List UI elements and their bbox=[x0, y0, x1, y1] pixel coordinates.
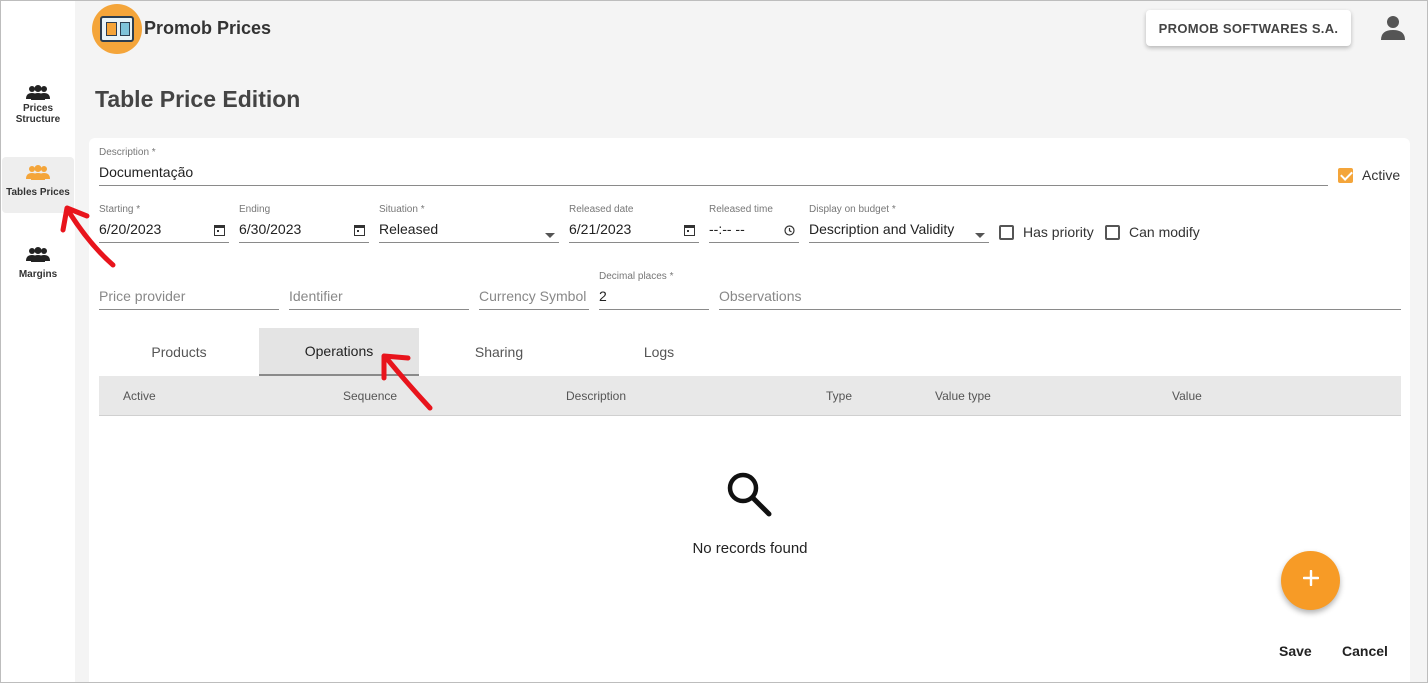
account-icon[interactable] bbox=[1380, 15, 1406, 46]
plus-icon bbox=[1302, 569, 1319, 591]
ending-label: Ending bbox=[239, 204, 271, 215]
starting-value: 6/20/2023 bbox=[99, 221, 162, 237]
calendar-icon[interactable] bbox=[214, 223, 225, 241]
display-on-budget-label: Display on budget * bbox=[809, 204, 896, 215]
column-header-value-type[interactable]: Value type bbox=[935, 389, 991, 403]
has-priority-checkbox[interactable]: Has priority bbox=[999, 224, 1094, 240]
app-logo bbox=[92, 4, 142, 54]
ending-value: 6/30/2023 bbox=[239, 221, 302, 237]
description-field[interactable]: Description * Documentação bbox=[99, 147, 1328, 187]
active-label: Active bbox=[1362, 167, 1401, 183]
add-operation-button[interactable] bbox=[1281, 551, 1340, 610]
people-icon bbox=[25, 85, 51, 101]
operations-table-header: Active Sequence Description Type Value t… bbox=[99, 376, 1401, 416]
starting-date-field[interactable]: Starting * 6/20/2023 bbox=[99, 204, 229, 244]
decimal-places-label: Decimal places * bbox=[599, 271, 674, 282]
display-on-budget-select[interactable]: Display on budget * Description and Vali… bbox=[809, 204, 989, 244]
column-header-value[interactable]: Value bbox=[1172, 389, 1202, 403]
calendar-icon[interactable] bbox=[354, 223, 365, 241]
search-icon bbox=[725, 470, 773, 523]
starting-label: Starting * bbox=[99, 204, 141, 215]
currency-symbol-placeholder: Currency Symbol bbox=[479, 288, 587, 304]
column-header-active[interactable]: Active bbox=[123, 389, 156, 403]
tab-sharing[interactable]: Sharing bbox=[419, 328, 579, 376]
tab-logs[interactable]: Logs bbox=[579, 328, 739, 376]
released-time-field[interactable]: Released time --:-- -- bbox=[709, 204, 799, 244]
calendar-icon[interactable] bbox=[684, 223, 695, 241]
save-button[interactable]: Save bbox=[1279, 643, 1312, 659]
company-selector-button[interactable]: PROMOB SOFTWARES S.A. bbox=[1146, 10, 1351, 46]
has-priority-label: Has priority bbox=[1023, 224, 1094, 240]
can-modify-checkbox[interactable]: Can modify bbox=[1105, 224, 1200, 240]
observations-placeholder: Observations bbox=[719, 288, 802, 304]
ending-date-field[interactable]: Ending 6/30/2023 bbox=[239, 204, 369, 244]
sidebar-item-label: Tables Prices bbox=[6, 187, 70, 198]
price-provider-input[interactable]: Price provider bbox=[99, 271, 279, 311]
released-date-field[interactable]: Released date 6/21/2023 bbox=[569, 204, 699, 244]
sidebar-item-tables-prices[interactable]: Tables Prices bbox=[2, 157, 74, 213]
sidebar-item-label: Prices Structure bbox=[15, 103, 61, 125]
observations-input[interactable]: Observations bbox=[719, 271, 1401, 311]
active-checkbox[interactable]: Active bbox=[1338, 167, 1400, 183]
price-provider-placeholder: Price provider bbox=[99, 288, 186, 304]
cancel-button[interactable]: Cancel bbox=[1342, 643, 1388, 659]
sidebar-item-prices-structure[interactable]: Prices Structure bbox=[2, 77, 74, 133]
released-time-value: --:-- -- bbox=[709, 221, 745, 237]
can-modify-label: Can modify bbox=[1129, 224, 1200, 240]
empty-state-text: No records found bbox=[692, 540, 808, 557]
identifier-placeholder: Identifier bbox=[289, 288, 343, 304]
checkbox-unchecked-icon bbox=[1105, 224, 1120, 240]
page-title: Table Price Edition bbox=[95, 86, 301, 112]
decimal-places-input[interactable]: Decimal places * 2 bbox=[599, 271, 709, 311]
released-date-label: Released date bbox=[569, 204, 634, 215]
column-header-type[interactable]: Type bbox=[826, 389, 852, 403]
app-header: Promob Prices PROMOB SOFTWARES S.A. bbox=[78, 1, 1427, 57]
situation-label: Situation * bbox=[379, 204, 425, 215]
people-icon bbox=[25, 165, 51, 181]
clock-icon[interactable] bbox=[784, 223, 795, 241]
released-time-label: Released time bbox=[709, 204, 773, 215]
decimal-places-value: 2 bbox=[599, 288, 607, 304]
display-on-budget-value: Description and Validity bbox=[809, 221, 955, 237]
checkbox-checked-icon bbox=[1338, 167, 1353, 183]
app-title: Promob Prices bbox=[144, 18, 272, 38]
situation-select[interactable]: Situation * Released bbox=[379, 204, 559, 244]
sidebar: Prices Structure Tables Prices Margins bbox=[1, 1, 75, 682]
currency-symbol-input[interactable]: Currency Symbol bbox=[479, 271, 589, 311]
released-date-value: 6/21/2023 bbox=[569, 221, 632, 237]
column-header-sequence[interactable]: Sequence bbox=[343, 389, 397, 403]
checkbox-unchecked-icon bbox=[999, 224, 1014, 240]
description-label: Description * bbox=[99, 147, 156, 158]
identifier-input[interactable]: Identifier bbox=[289, 271, 469, 311]
description-value: Documentação bbox=[99, 164, 194, 180]
sidebar-item-margins[interactable]: Margins bbox=[2, 239, 74, 295]
tab-operations[interactable]: Operations bbox=[259, 328, 419, 376]
situation-value: Released bbox=[379, 221, 439, 237]
column-header-description[interactable]: Description bbox=[566, 389, 626, 403]
sidebar-item-label: Margins bbox=[18, 269, 58, 280]
people-icon bbox=[25, 247, 51, 263]
tab-products[interactable]: Products bbox=[99, 328, 259, 376]
